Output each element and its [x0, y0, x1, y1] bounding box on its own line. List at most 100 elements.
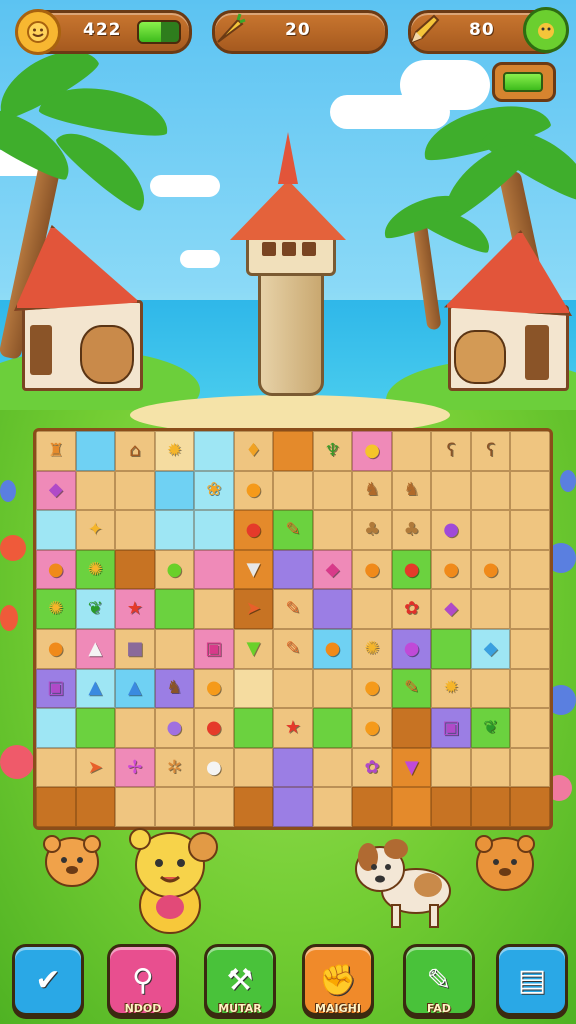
fad-button[interactable]: ✎ FAD — [403, 944, 475, 1016]
board-cell[interactable]: ♆ — [312, 431, 353, 471]
board-cell[interactable] — [194, 549, 234, 590]
board-cell[interactable] — [36, 787, 76, 827]
board-cell[interactable]: ● — [36, 628, 76, 669]
board-cell[interactable] — [273, 549, 313, 590]
ndod-button[interactable]: ⚲ NDOD — [107, 944, 179, 1016]
board-cell[interactable]: ♞ — [352, 470, 392, 511]
board-cell[interactable]: ▼ — [233, 628, 274, 669]
board-cell[interactable]: ◆ — [36, 470, 76, 511]
board-cell[interactable] — [194, 431, 234, 471]
board-cell[interactable]: ♞ — [154, 668, 195, 709]
board-cell[interactable]: ✎ — [273, 510, 313, 550]
board-cell[interactable] — [273, 747, 313, 788]
board-cell[interactable] — [470, 787, 511, 827]
board-cell[interactable] — [312, 747, 353, 788]
board-cell[interactable] — [194, 510, 234, 550]
board-cell[interactable] — [273, 787, 313, 827]
board-cell[interactable]: ✺ — [75, 549, 116, 590]
board-cell[interactable] — [36, 510, 76, 550]
board-cell[interactable] — [75, 431, 116, 471]
board-cell[interactable] — [154, 589, 195, 629]
board-cell[interactable]: ▲ — [75, 668, 116, 709]
board-cell[interactable] — [510, 431, 550, 471]
board-cell[interactable]: ● — [233, 510, 274, 550]
board-cell[interactable]: ▼ — [233, 549, 274, 590]
board-cell[interactable]: ✎ — [273, 589, 313, 629]
board-cell[interactable] — [312, 470, 353, 511]
board-cell[interactable]: ✹ — [431, 668, 471, 709]
board-cell[interactable]: ◆ — [312, 549, 353, 590]
board-cell[interactable]: ■ — [115, 628, 155, 669]
board-cell[interactable] — [233, 787, 274, 827]
board-cell[interactable] — [194, 787, 234, 827]
board-cell[interactable] — [510, 668, 550, 709]
board-cell[interactable]: ● — [194, 747, 234, 788]
board-cell[interactable] — [510, 510, 550, 550]
board-cell[interactable] — [233, 708, 274, 748]
board-cell[interactable] — [115, 510, 155, 550]
board-cell[interactable] — [233, 668, 274, 709]
board-cell[interactable] — [154, 628, 195, 669]
clipboard-button[interactable]: ▤ — [496, 944, 568, 1016]
board-cell[interactable]: ♜ — [36, 431, 76, 471]
board-cell[interactable]: ✎ — [391, 668, 432, 709]
board-cell[interactable] — [75, 470, 116, 511]
dog-character[interactable] — [350, 835, 460, 930]
board-cell[interactable]: ● — [154, 549, 195, 590]
board-cell[interactable] — [352, 787, 392, 827]
board-cell[interactable]: ▼ — [391, 747, 432, 788]
board-cell[interactable]: ♣ — [391, 510, 432, 550]
board-cell[interactable]: ʕ — [470, 431, 511, 471]
board-cell[interactable] — [312, 589, 353, 629]
board-cell[interactable] — [273, 668, 313, 709]
board-cell[interactable]: ➤ — [233, 589, 274, 629]
board-cell[interactable]: ● — [391, 549, 432, 590]
board-cell[interactable]: ◆ — [470, 628, 511, 669]
board-cell[interactable] — [233, 747, 274, 788]
board-cell[interactable]: ● — [194, 708, 234, 748]
board-cell[interactable] — [431, 628, 471, 669]
board-cell[interactable]: ✹ — [154, 431, 195, 471]
board-cell[interactable]: ● — [352, 549, 392, 590]
maighi-button[interactable]: ✊ MAIGHI — [302, 944, 374, 1016]
board-cell[interactable]: ● — [154, 708, 195, 748]
board-cell[interactable] — [510, 589, 550, 629]
board-cell[interactable]: ʕ — [431, 431, 471, 471]
board-cell[interactable] — [470, 470, 511, 511]
board-cell[interactable]: ✺ — [352, 628, 392, 669]
board-cell[interactable]: ● — [352, 431, 392, 471]
board-cell[interactable]: ● — [352, 668, 392, 709]
board-cell[interactable] — [115, 787, 155, 827]
board-cell[interactable] — [510, 787, 550, 827]
board-cell[interactable] — [273, 470, 313, 511]
check-button[interactable]: ✔ — [12, 944, 84, 1016]
board-cell[interactable] — [75, 787, 116, 827]
board-cell[interactable]: ▣ — [431, 708, 471, 748]
board-cell[interactable] — [312, 787, 353, 827]
board-cell[interactable]: ● — [312, 628, 353, 669]
board-cell[interactable] — [75, 708, 116, 748]
board-cell[interactable]: ✿ — [352, 747, 392, 788]
board-cell[interactable]: ▲ — [115, 668, 155, 709]
board-cell[interactable]: ● — [352, 708, 392, 748]
board-cell[interactable] — [391, 431, 432, 471]
board-cell[interactable]: ♞ — [391, 470, 432, 511]
board-cell[interactable]: ● — [470, 549, 511, 590]
board-cell[interactable]: ✎ — [273, 628, 313, 669]
board-cell[interactable] — [352, 589, 392, 629]
board-cell[interactable]: ✢ — [115, 747, 155, 788]
board-cell[interactable] — [115, 470, 155, 511]
board-cell[interactable]: ✿ — [391, 589, 432, 629]
board-cell[interactable] — [36, 708, 76, 748]
board-cell[interactable] — [510, 708, 550, 748]
yellow-hamster-character[interactable] — [125, 825, 220, 935]
board-cell[interactable] — [470, 668, 511, 709]
board-cell[interactable] — [312, 510, 353, 550]
board-cell[interactable] — [36, 747, 76, 788]
board-cell[interactable]: ★ — [273, 708, 313, 748]
board-cell[interactable]: ❀ — [194, 470, 234, 511]
board-cell[interactable]: ♦ — [233, 431, 274, 471]
board-cell[interactable] — [431, 747, 471, 788]
board-cell[interactable] — [391, 787, 432, 827]
board-cell[interactable]: ● — [233, 470, 274, 511]
